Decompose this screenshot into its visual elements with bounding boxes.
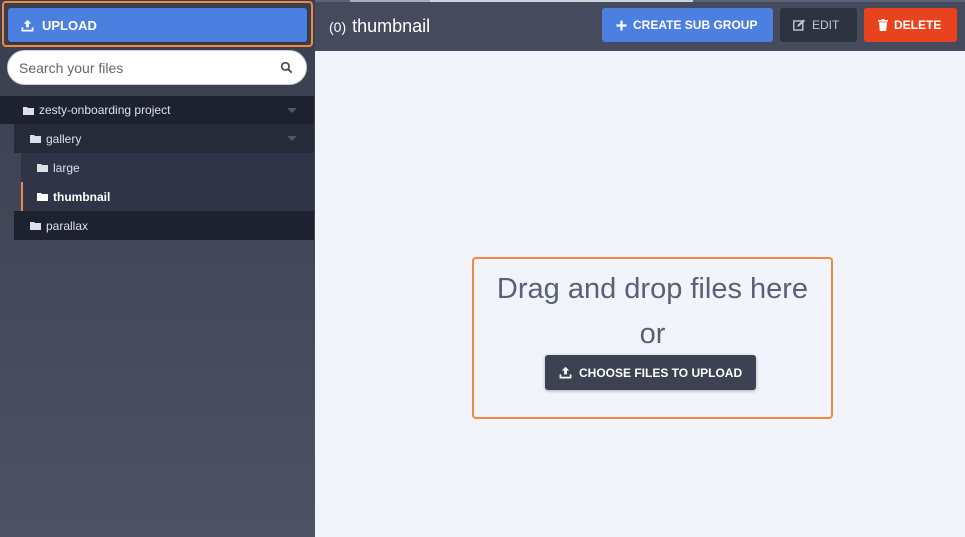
folder-icon (30, 134, 41, 143)
tree-item-thumbnail[interactable]: thumbnail (21, 182, 314, 211)
folder-tree: zesty-onboarding project gallery large t… (0, 96, 314, 240)
page-title: (0) thumbnail (329, 16, 430, 37)
sidebar: UPLOAD zesty-onboarding project gallery (0, 0, 315, 537)
plus-icon (616, 20, 627, 31)
delete-label: DELETE (894, 18, 942, 32)
search-box (7, 50, 307, 85)
tree-item-gallery[interactable]: gallery (14, 124, 314, 153)
edit-icon (793, 19, 806, 31)
divider (350, 0, 430, 2)
group-name: thumbnail (352, 16, 431, 36)
divider (430, 0, 693, 2)
delete-button[interactable]: DELETE (864, 8, 957, 42)
folder-icon (30, 221, 41, 230)
upload-button-label: UPLOAD (42, 17, 97, 33)
tree-item-label: gallery (46, 131, 82, 146)
upload-button[interactable]: UPLOAD (8, 8, 307, 42)
caret-down-icon[interactable] (287, 108, 297, 113)
tree-item-parallax[interactable]: parallax (14, 211, 314, 240)
file-count: (0) (329, 19, 347, 35)
folder-icon (37, 192, 48, 201)
caret-down-icon[interactable] (287, 136, 297, 141)
create-sub-group-button[interactable]: CREATE SUB GROUP (602, 8, 773, 42)
tree-item-label: large (53, 160, 80, 175)
upload-button-focus-ring: UPLOAD (2, 1, 313, 47)
dropzone-text: Drag and drop files here (496, 273, 809, 305)
tree-item-zesty-onboarding-project[interactable]: zesty-onboarding project (0, 96, 314, 124)
upload-icon (559, 366, 572, 379)
folder-icon (37, 163, 48, 172)
header-bar: (0) thumbnail CREATE SUB GROUP EDIT DELE… (315, 0, 965, 51)
choose-files-label: CHOOSE FILES TO UPLOAD (579, 365, 743, 380)
edit-button[interactable]: EDIT (780, 8, 857, 42)
dropzone-or-text: or (639, 318, 666, 350)
upload-icon (21, 19, 34, 32)
tree-item-label: zesty-onboarding project (39, 103, 171, 117)
tree-item-label: parallax (46, 218, 89, 233)
search-icon[interactable] (280, 61, 293, 74)
choose-files-button[interactable]: CHOOSE FILES TO UPLOAD (545, 355, 756, 390)
tree-item-label: thumbnail (53, 189, 111, 204)
trash-icon (878, 19, 888, 31)
tree-item-large[interactable]: large (21, 153, 314, 182)
file-dropzone[interactable]: Drag and drop files here or CHOOSE FILES… (472, 257, 833, 419)
create-sub-group-label: CREATE SUB GROUP (633, 18, 758, 32)
search-input[interactable] (8, 51, 268, 84)
edit-label: EDIT (812, 18, 840, 32)
folder-icon (23, 106, 34, 115)
